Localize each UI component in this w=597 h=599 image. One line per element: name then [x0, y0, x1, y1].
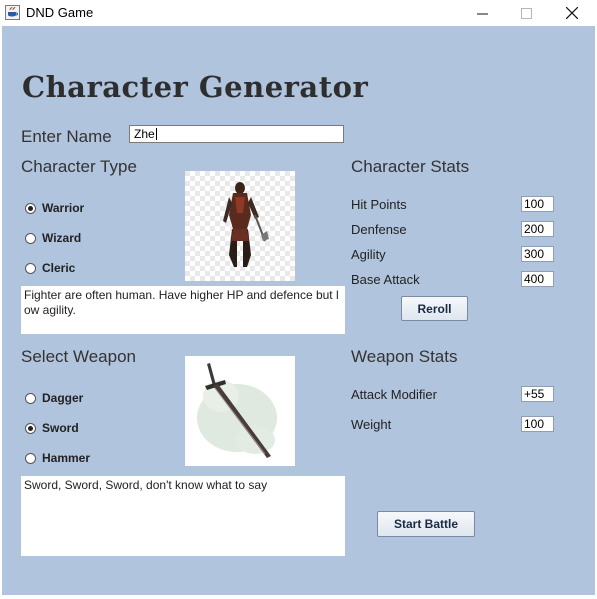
character-stats-label: Character Stats: [351, 157, 470, 176]
weapon-stats-label: Weapon Stats: [351, 347, 458, 366]
hit-points-field[interactable]: 100: [521, 196, 554, 212]
window-bottom-edge: [0, 595, 597, 599]
radio-warrior-label: Warrior: [42, 201, 85, 215]
weight-label: Weight: [351, 417, 392, 432]
defense-label: Denfense: [351, 222, 407, 237]
radio-sword[interactable]: Sword: [25, 421, 79, 435]
radio-cleric-label: Cleric: [42, 261, 76, 275]
radio-hammer-indicator: [25, 452, 36, 464]
character-type-label: Character Type: [21, 157, 137, 176]
title-bar: DND Game: [0, 0, 597, 26]
select-weapon-label: Select Weapon: [21, 347, 136, 366]
name-input-value: Zhe: [134, 127, 155, 141]
weapon-image: [185, 356, 295, 466]
attack-modifier-label: Attack Modifier: [351, 387, 437, 402]
base-attack-field[interactable]: 400: [521, 271, 554, 287]
weapon-description: Sword, Sword, Sword, don't know what to …: [21, 476, 345, 556]
base-attack-label: Base Attack: [351, 272, 420, 287]
weight-field[interactable]: 100: [521, 416, 554, 432]
radio-cleric[interactable]: Cleric: [25, 261, 75, 275]
character-description: Fighter are often human. Have higher HP …: [21, 286, 345, 334]
agility-label: Agility: [351, 247, 386, 262]
radio-warrior-indicator: [25, 202, 36, 214]
maximize-button[interactable]: [503, 0, 549, 26]
radio-sword-label: Sword: [42, 421, 79, 435]
radio-wizard-label: Wizard: [42, 231, 82, 245]
window-title: DND Game: [26, 5, 94, 20]
radio-dagger[interactable]: Dagger: [25, 391, 83, 405]
radio-sword-indicator: [25, 422, 36, 434]
close-button[interactable]: [549, 0, 595, 26]
close-icon: [566, 7, 578, 19]
maximize-icon: [520, 7, 532, 19]
radio-dagger-indicator: [25, 392, 36, 404]
minimize-button[interactable]: [459, 0, 505, 26]
agility-field[interactable]: 300: [521, 246, 554, 262]
hit-points-label: Hit Points: [351, 197, 407, 212]
radio-warrior[interactable]: Warrior: [25, 201, 84, 215]
java-app-icon: [5, 5, 20, 20]
name-input[interactable]: Zhe: [129, 125, 344, 143]
attack-modifier-field[interactable]: +55: [521, 386, 554, 402]
start-battle-button[interactable]: Start Battle: [377, 511, 475, 537]
character-portrait: [185, 171, 295, 281]
radio-hammer-label: Hammer: [42, 451, 91, 465]
minimize-icon: [476, 13, 488, 14]
reroll-button[interactable]: Reroll: [401, 296, 468, 321]
radio-dagger-label: Dagger: [42, 391, 84, 405]
name-label: Enter Name: [21, 127, 112, 146]
radio-wizard-indicator: [25, 232, 36, 244]
defense-field[interactable]: 200: [521, 221, 554, 237]
page-title: Character Generator: [22, 70, 369, 104]
radio-cleric-indicator: [25, 262, 36, 274]
app-window: DND Game Character Generator Enter Name …: [0, 0, 597, 599]
radio-wizard[interactable]: Wizard: [25, 231, 81, 245]
main-panel: Character Generator Enter Name Zhe Chara…: [2, 26, 595, 595]
text-caret: [155, 128, 157, 140]
radio-hammer[interactable]: Hammer: [25, 451, 90, 465]
